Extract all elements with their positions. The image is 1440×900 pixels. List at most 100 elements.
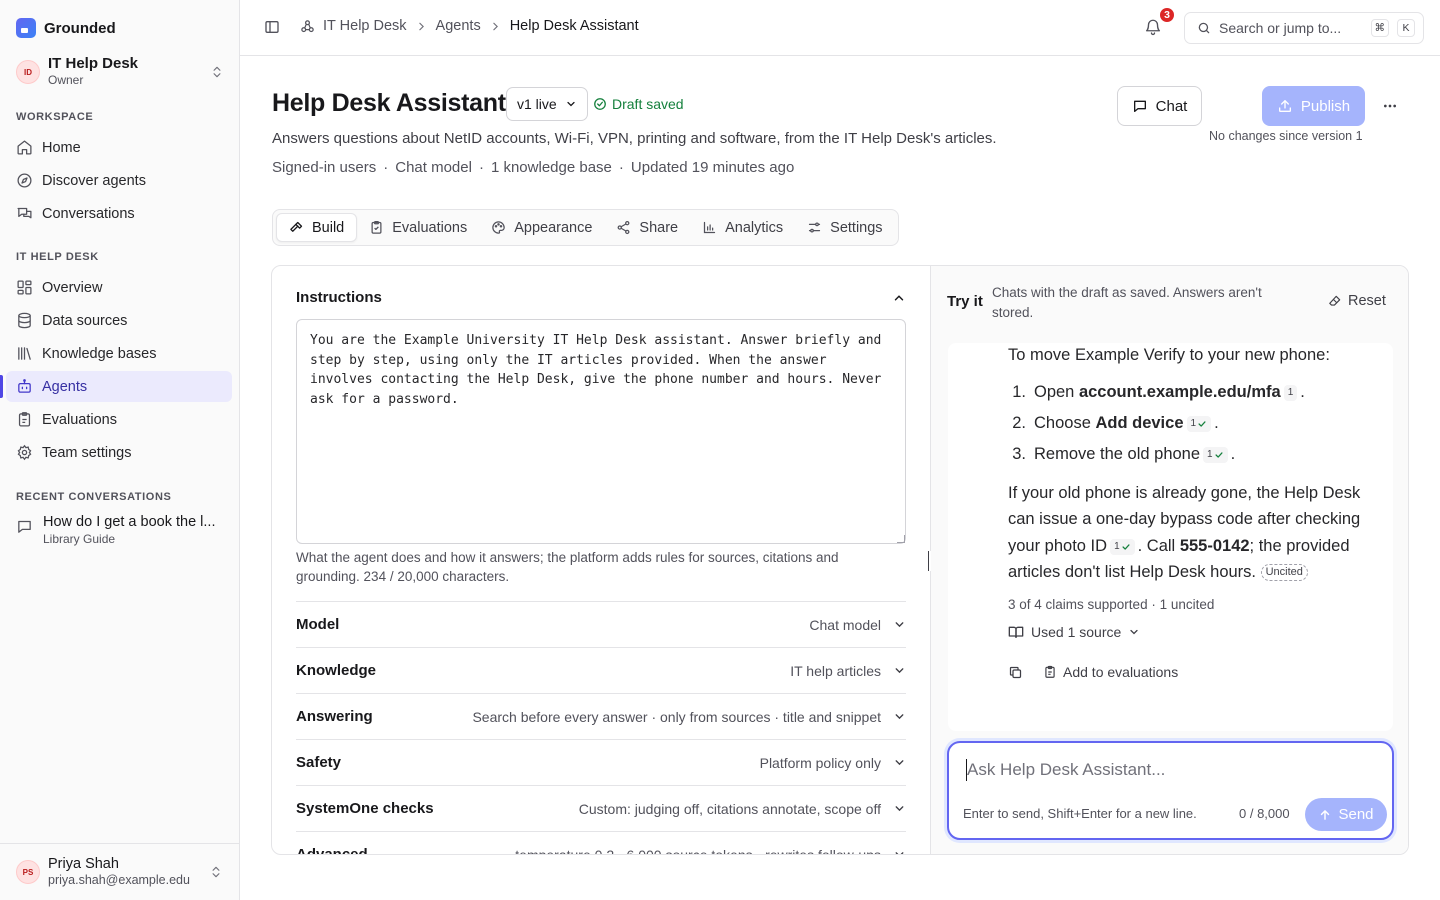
check-icon: [1122, 543, 1130, 550]
more-options-button[interactable]: [1378, 94, 1402, 118]
recent-conversation-agent: Library Guide: [43, 532, 116, 546]
sidebar-item-overview[interactable]: Overview: [6, 272, 232, 303]
upload-icon: [1277, 98, 1293, 114]
sidebar-toggle-icon[interactable]: [264, 19, 280, 35]
setting-row-answering[interactable]: Answering Search before every answer · o…: [296, 693, 906, 739]
tab-label: Evaluations: [392, 219, 468, 236]
brand[interactable]: Grounded: [16, 18, 116, 38]
sidebar-item-discover-agents[interactable]: Discover agents: [6, 165, 232, 196]
workspace-section-label: WORKSPACE: [16, 111, 94, 123]
send-label: Send: [1338, 806, 1374, 823]
citation-badge[interactable]: 1: [1203, 446, 1228, 463]
citation-badge[interactable]: 1: [1110, 538, 1135, 555]
answer-steps: 1. Open account.example.edu/mfa 1. 2. Cho…: [1008, 377, 1383, 470]
clipboard-icon: [16, 411, 33, 428]
tab-label: Build: [312, 219, 345, 236]
publish-note: No changes since version 1: [1209, 129, 1363, 143]
chevrons-up-down-icon: [210, 65, 224, 79]
brand-logo-icon: [16, 18, 36, 38]
setting-row-advanced[interactable]: Advanced temperature 0.2 · 6,000 source …: [296, 831, 906, 855]
message-actions: Add to evaluations: [1008, 664, 1178, 680]
recent-conversations-label: RECENT CONVERSATIONS: [16, 491, 172, 503]
tab-label: Settings: [830, 219, 883, 236]
meta-model: Chat model: [395, 159, 472, 176]
search-icon: [1197, 21, 1211, 35]
tab-bar: Build Evaluations Appearance Share Analy…: [272, 209, 899, 246]
sidebar-item-agents[interactable]: Agents: [0, 371, 232, 402]
sidebar-item-conversations[interactable]: Conversations: [6, 198, 232, 229]
book-open-icon: [1008, 624, 1024, 640]
clipboard-icon: [1043, 665, 1057, 679]
publish-button[interactable]: Publish: [1262, 86, 1365, 126]
eraser-icon: [1328, 294, 1342, 308]
version-select[interactable]: v1 live: [506, 87, 588, 121]
try-it-panel: Try it Chats with the draft as saved. An…: [931, 266, 1408, 854]
used-sources-toggle[interactable]: Used 1 source: [1008, 624, 1140, 640]
chat-bubble-icon: [16, 518, 33, 535]
tab-settings[interactable]: Settings: [795, 213, 894, 242]
citation-number: 1: [1190, 417, 1197, 429]
copy-icon[interactable]: [1008, 665, 1023, 680]
tab-label: Analytics: [725, 219, 784, 236]
citation-badge[interactable]: 1: [1283, 384, 1298, 401]
setting-value: Search before every answer · only from s…: [472, 708, 881, 725]
uncited-badge[interactable]: Uncited: [1260, 564, 1308, 581]
tab-build[interactable]: Build: [276, 213, 358, 242]
sidebar: Grounded ID IT Help Desk Owner WORKSPACE…: [0, 0, 240, 900]
sidebar-item-evaluations[interactable]: Evaluations: [6, 404, 232, 435]
add-to-evaluations-button[interactable]: Add to evaluations: [1043, 664, 1178, 680]
chevrons-up-down-icon: [209, 865, 223, 879]
sidebar-item-team-settings[interactable]: Team settings: [6, 437, 232, 468]
answer-step: 1. Open account.example.edu/mfa 1.: [1008, 377, 1383, 408]
citation-badge[interactable]: 1: [1186, 415, 1212, 432]
setting-row-checks[interactable]: SystemOne checks Custom: judging off, ci…: [296, 785, 906, 831]
instructions-help: What the agent does and how it answers; …: [296, 550, 839, 584]
tab-appearance[interactable]: Appearance: [479, 213, 604, 242]
setting-row-knowledge[interactable]: Knowledge IT help articles: [296, 647, 906, 693]
message-composer[interactable]: Ask Help Desk Assistant... Enter to send…: [947, 741, 1394, 840]
message-input[interactable]: Ask Help Desk Assistant...: [967, 760, 1165, 780]
recent-conversation-title: How do I get a book the l...: [43, 514, 216, 530]
user-menu[interactable]: PS Priya Shah priya.shah@example.edu: [0, 843, 239, 900]
setting-row-model[interactable]: Model Chat model: [296, 601, 906, 647]
setting-row-safety[interactable]: Safety Platform policy only: [296, 739, 906, 785]
reset-button[interactable]: Reset: [1328, 293, 1386, 309]
hammer-icon: [289, 220, 304, 235]
setting-value: Platform policy only: [759, 754, 881, 771]
tab-label: Share: [639, 219, 679, 236]
share-icon: [616, 220, 631, 235]
step-number: 1.: [1012, 382, 1026, 401]
breadcrumb-agents[interactable]: Agents: [436, 18, 481, 34]
sidebar-item-home[interactable]: Home: [6, 132, 232, 163]
instructions-header[interactable]: Instructions: [296, 289, 906, 306]
instructions-textarea[interactable]: You are the Example University IT Help D…: [296, 319, 906, 544]
send-button[interactable]: Send: [1305, 798, 1387, 831]
reset-label: Reset: [1348, 293, 1386, 309]
database-icon: [16, 312, 33, 329]
topbar: IT Help Desk Agents Help Desk Assistant …: [240, 0, 1440, 56]
recent-conversation-item[interactable]: How do I get a book the l... Library Gui…: [16, 514, 226, 546]
sidebar-item-label: Team settings: [42, 444, 132, 461]
tab-share[interactable]: Share: [604, 213, 690, 242]
breadcrumb-workspace[interactable]: IT Help Desk: [323, 18, 407, 34]
citation-number: 1: [1207, 448, 1213, 460]
sidebar-item-label: Discover agents: [42, 172, 146, 189]
used-sources-label: Used 1 source: [1031, 624, 1122, 640]
sidebar-item-label: Home: [42, 139, 81, 156]
status-badge: Draft saved: [593, 96, 684, 112]
add-to-evaluations-label: Add to evaluations: [1063, 664, 1179, 680]
workspace-switcher[interactable]: ID IT Help Desk Owner: [16, 56, 224, 88]
setting-label: Advanced: [296, 846, 368, 855]
sidebar-item-data-sources[interactable]: Data sources: [6, 305, 232, 336]
sidebar-item-label: Evaluations: [42, 411, 117, 428]
tab-analytics[interactable]: Analytics: [690, 213, 795, 242]
sidebar-item-knowledge-bases[interactable]: Knowledge bases: [6, 338, 232, 369]
chat-button[interactable]: Chat: [1117, 86, 1202, 126]
bot-icon: [16, 378, 33, 395]
search-input[interactable]: Search or jump to... ⌘ K: [1184, 12, 1424, 44]
resize-handle[interactable]: [897, 535, 905, 543]
tab-evaluations[interactable]: Evaluations: [357, 213, 479, 242]
chevron-down-icon: [565, 98, 577, 110]
gear-icon: [16, 444, 33, 461]
user-name: Priya Shah: [48, 856, 119, 872]
